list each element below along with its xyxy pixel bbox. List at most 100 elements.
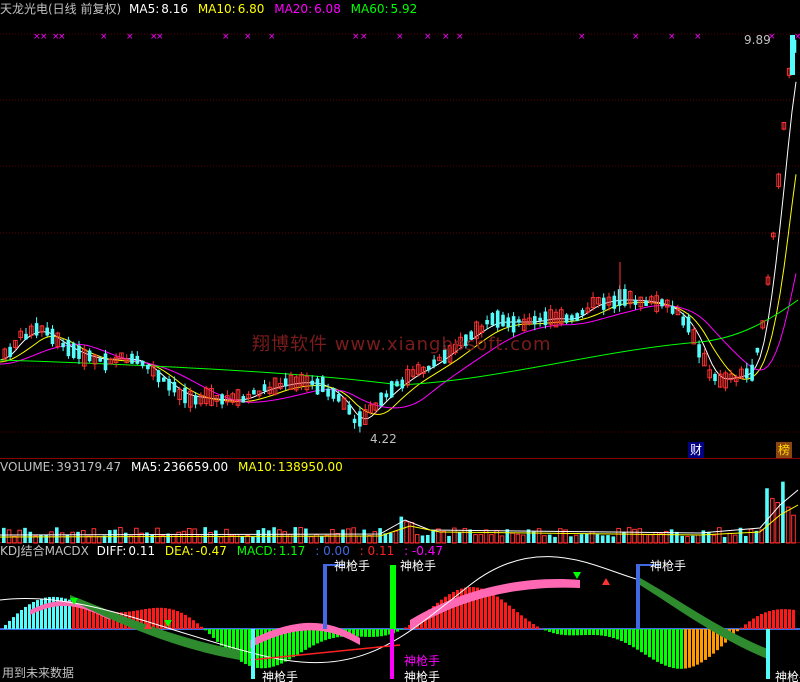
macd-bar [676, 629, 679, 669]
macd-bar [744, 624, 747, 629]
macd-bar [176, 611, 179, 629]
signal-bar [323, 565, 327, 629]
macd-bar [296, 629, 299, 655]
volume-bar-up [515, 533, 521, 544]
macd-bar [256, 629, 259, 668]
macd-bar [304, 629, 307, 650]
candle-down [644, 300, 648, 306]
ranking-badge[interactable]: 榜 [776, 442, 793, 458]
macd-bar [12, 617, 15, 629]
volume-bar-up [664, 530, 669, 544]
macd-bar [768, 611, 771, 629]
macd-bar [596, 629, 599, 636]
macd-bar [700, 629, 703, 663]
x-marker: × [100, 32, 108, 42]
volume-bar-down [39, 534, 43, 543]
macd-bar [640, 629, 643, 653]
finance-badge[interactable]: 财 [688, 442, 705, 458]
macd-bar [688, 629, 691, 668]
indicator-drawing [0, 556, 800, 679]
candle-down [660, 299, 664, 307]
candle-down [432, 359, 436, 367]
macd-bar [704, 629, 707, 660]
volume-bar-down [150, 534, 154, 543]
arrow-down-icon [573, 572, 581, 579]
volume-bar-up [685, 535, 690, 544]
volume-bar-down [611, 536, 616, 543]
macd-bar [668, 629, 671, 668]
volume-bar-up [648, 534, 653, 544]
volume-bar-up [473, 534, 478, 544]
candle-down [580, 309, 585, 316]
macd-bar [460, 588, 463, 629]
candle-down [713, 373, 717, 382]
volume-bar-up [653, 531, 659, 544]
volume-bar-up [176, 531, 181, 544]
x-marker: × [352, 32, 360, 42]
volume-bar-down [293, 527, 298, 543]
x-marker: × [396, 32, 404, 42]
candle-down [697, 344, 701, 358]
volume-bar-down [457, 532, 462, 543]
macd-bar [196, 623, 199, 629]
candle-down [87, 350, 92, 362]
macd-bar [32, 601, 35, 629]
volume-bar-up [181, 530, 187, 544]
x-marker: × [632, 32, 640, 42]
macd-bar [156, 607, 159, 629]
macd-bar [784, 609, 787, 629]
macd-bar [692, 629, 695, 667]
volume-bar-up [218, 536, 224, 544]
volume-bar-up [441, 530, 446, 544]
candle-down [745, 368, 749, 379]
macd-bar [496, 596, 499, 629]
x-marker: × [222, 32, 230, 42]
volume-bar-up [632, 528, 637, 544]
macd-bar [36, 600, 39, 629]
ma10-line [0, 174, 797, 415]
macd-bar [644, 629, 647, 655]
moving-average-lines [0, 81, 799, 420]
volume-bar-up [70, 531, 76, 544]
volume-bar-up [791, 514, 796, 544]
volume-bar-up [404, 521, 409, 544]
macd-bar [364, 629, 367, 637]
sqs-label-top-3: 神枪手 [650, 559, 687, 573]
volume-bar-up [187, 527, 192, 544]
macd-bar [316, 629, 319, 644]
watermark-text: 翔博软件 www.xiangbosoft.com [252, 334, 552, 355]
macd-bar [788, 609, 791, 629]
candle-down [352, 418, 357, 424]
candle-down [633, 300, 638, 305]
macd-bar [164, 608, 167, 629]
volume-bar-down [44, 535, 48, 543]
macd-bar [508, 605, 511, 629]
volume-bar-up [91, 528, 97, 544]
volume-bar-up [510, 532, 515, 544]
volume-bar-up [298, 526, 303, 544]
signal-bar [390, 565, 396, 629]
x-marker: × [40, 32, 48, 42]
x-marker: × [456, 32, 464, 42]
volume-bar-up [356, 535, 362, 544]
volume-bar-up [785, 506, 791, 544]
volume-bar-up [134, 527, 139, 544]
macd-bar [464, 587, 467, 629]
volume-bar-down [420, 535, 425, 543]
volume-bar-up [192, 528, 197, 544]
volume-bar-down [722, 536, 727, 543]
macd-bar [500, 599, 503, 629]
volume-bar-up [393, 530, 399, 544]
macd-bar [520, 615, 523, 629]
macd-bar [592, 629, 595, 635]
macd-bar [560, 629, 563, 635]
macd-bar [152, 608, 155, 629]
candle-down [400, 379, 405, 389]
macd-bar [212, 629, 215, 638]
candlesticks [2, 35, 797, 433]
volume-bar-up [637, 528, 643, 544]
macd-bar [648, 629, 651, 658]
x-marker: × [668, 32, 676, 42]
volume-bar-up [414, 534, 420, 544]
x-marker: × [424, 32, 432, 42]
